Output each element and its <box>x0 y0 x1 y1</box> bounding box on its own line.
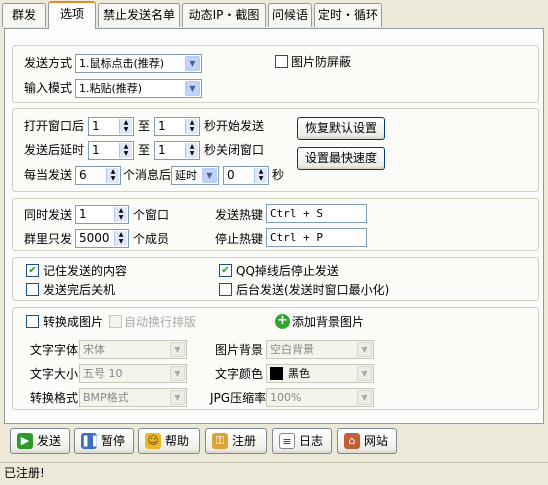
chevron-down-icon: ▼ <box>185 56 200 71</box>
format-select[interactable]: BMP格式 ▼ <box>79 388 187 407</box>
send-mode-select[interactable]: 1.鼠标点击(推荐) ▼ <box>75 54 202 73</box>
to-label: 至 <box>138 143 151 157</box>
stop-hotkey-label: 停止热键 <box>215 232 264 246</box>
open-after-label: 打开窗口后 <box>24 119 85 133</box>
chevron-down-icon: ▼ <box>170 342 185 357</box>
qq-offline-checkbox[interactable]: ✔ <box>219 264 232 277</box>
qq-offline-label: QQ掉线后停止发送 <box>236 264 339 278</box>
spin-updown-icon[interactable]: ▲ ▼ <box>106 168 119 183</box>
convert-image-label: 转换成图片 <box>43 315 104 329</box>
shutdown-label: 发送完后关机 <box>43 283 116 297</box>
jpg-select[interactable]: 100% ▼ <box>266 388 374 407</box>
fastest-speed-button[interactable]: 设置最快速度 <box>297 147 385 170</box>
register-button[interactable]: ⚿ 注册 <box>205 428 267 454</box>
play-icon: ▶ <box>17 433 33 449</box>
open-after-to-spinner[interactable]: 1 ▲ ▼ <box>154 117 200 136</box>
color-swatch <box>270 367 283 380</box>
chevron-down-icon: ▼ <box>202 168 217 183</box>
to-label: 至 <box>138 119 151 133</box>
background-send-checkbox[interactable] <box>219 283 232 296</box>
send-hotkey-label: 发送热键 <box>215 208 264 222</box>
restore-default-button[interactable]: 恢复默认设置 <box>297 117 385 140</box>
stop-hotkey-input[interactable]: Ctrl + P <box>266 228 367 247</box>
send-hotkey-input[interactable]: Ctrl + S <box>266 204 367 223</box>
input-mode-select[interactable]: 1.粘贴(推荐) ▼ <box>75 79 202 98</box>
status-bar: 已注册! <box>0 462 548 485</box>
pause-button[interactable]: ❚❚ 暂停 <box>74 428 134 454</box>
delay-to-spinner[interactable]: 1 ▲ ▼ <box>154 141 200 160</box>
image-protect-label: 图片防屏蔽 <box>291 55 352 69</box>
concurrent-label: 同时发送 <box>24 208 73 222</box>
delay-seconds-spinner[interactable]: 0 ▲ ▼ <box>223 166 269 185</box>
delay-type-select[interactable]: 延时 ▼ <box>171 166 219 185</box>
spin-updown-icon[interactable]: ▲ ▼ <box>114 231 127 246</box>
image-protect-checkbox[interactable] <box>275 55 288 68</box>
seconds-label: 秒 <box>272 168 285 182</box>
add-icon[interactable]: + <box>275 314 290 329</box>
tab-schedule[interactable]: 定时・循环 <box>314 3 382 27</box>
send-mode-label: 发送方式 <box>24 56 73 70</box>
send-button[interactable]: ▶ 发送 <box>10 428 70 454</box>
font-label: 文字字体 <box>30 343 79 357</box>
bg-select[interactable]: 空白背景 ▼ <box>266 340 374 359</box>
shutdown-checkbox[interactable] <box>26 283 39 296</box>
spin-updown-icon[interactable]: ▲ ▼ <box>254 168 267 183</box>
chevron-down-icon: ▼ <box>185 81 200 96</box>
close-window-label: 秒关闭窗口 <box>204 143 265 157</box>
format-label: 转换格式 <box>30 391 79 405</box>
log-button[interactable]: ≡ 日志 <box>272 428 332 454</box>
tab-dynamic-ip[interactable]: 动态IP・截图 <box>182 3 266 27</box>
every-send-spinner[interactable]: 6 ▲ ▼ <box>75 166 121 185</box>
help-button[interactable]: ☺ 帮助 <box>138 428 200 454</box>
bg-label: 图片背景 <box>215 343 264 357</box>
auto-wrap-label: 自动换行排版 <box>124 315 197 329</box>
smiley-icon: ☺ <box>145 433 161 449</box>
input-mode-label: 输入模式 <box>24 81 73 95</box>
size-label: 文字大小 <box>30 367 79 381</box>
group-only-spinner[interactable]: 5000 ▲ ▼ <box>75 229 129 248</box>
tab-greetings[interactable]: 问候语 <box>268 3 312 27</box>
size-select[interactable]: 五号 10 ▼ <box>79 364 187 383</box>
document-icon: ≡ <box>279 433 295 449</box>
tab-options[interactable]: 选项 <box>48 1 96 29</box>
home-icon: ⌂ <box>344 433 360 449</box>
concurrent-spinner[interactable]: 1 ▲ ▼ <box>75 205 129 224</box>
website-button[interactable]: ⌂ 网站 <box>337 428 397 454</box>
group-only-label: 群里只发 <box>24 232 73 246</box>
remember-checkbox[interactable]: ✔ <box>26 264 39 277</box>
convert-image-checkbox[interactable] <box>26 315 39 328</box>
chevron-down-icon: ▼ <box>170 390 185 405</box>
jpg-label: JPG压缩率 <box>210 391 267 405</box>
chevron-down-icon: ▼ <box>357 390 372 405</box>
every-send-label: 每当发送 <box>24 168 73 182</box>
remember-label: 记住发送的内容 <box>43 264 128 278</box>
font-select[interactable]: 宋体 ▼ <box>79 340 187 359</box>
spin-updown-icon[interactable]: ▲ ▼ <box>119 143 132 158</box>
spin-updown-icon[interactable]: ▲ ▼ <box>114 207 127 222</box>
color-label: 文字颜色 <box>215 367 264 381</box>
auto-wrap-checkbox[interactable] <box>109 315 122 328</box>
windows-label: 个窗口 <box>133 208 170 222</box>
msgs-after-label: 个消息后 <box>123 168 172 182</box>
status-text: 已注册! <box>4 466 45 480</box>
start-send-label: 秒开始发送 <box>204 119 265 133</box>
spin-updown-icon[interactable]: ▲ ▼ <box>185 143 198 158</box>
add-background-link[interactable]: 添加背景图片 <box>292 315 364 329</box>
pause-icon: ❚❚ <box>81 433 100 449</box>
background-send-label: 后台发送(发送时窗口最小化) <box>236 283 390 297</box>
chevron-down-icon: ▼ <box>357 366 372 381</box>
tab-group-send[interactable]: 群发 <box>2 3 46 27</box>
chevron-down-icon: ▼ <box>170 366 185 381</box>
delay-from-spinner[interactable]: 1 ▲ ▼ <box>88 141 134 160</box>
spin-updown-icon[interactable]: ▲ ▼ <box>119 119 132 134</box>
delay-label: 发送后延时 <box>24 143 85 157</box>
chevron-down-icon: ▼ <box>357 342 372 357</box>
open-after-from-spinner[interactable]: 1 ▲ ▼ <box>88 117 134 136</box>
tab-blocklist[interactable]: 禁止发送名单 <box>98 3 180 27</box>
spin-updown-icon[interactable]: ▲ ▼ <box>185 119 198 134</box>
members-label: 个成员 <box>133 232 170 246</box>
lock-icon: ⚿ <box>212 433 228 449</box>
color-select[interactable]: 黑色 ▼ <box>266 364 374 383</box>
